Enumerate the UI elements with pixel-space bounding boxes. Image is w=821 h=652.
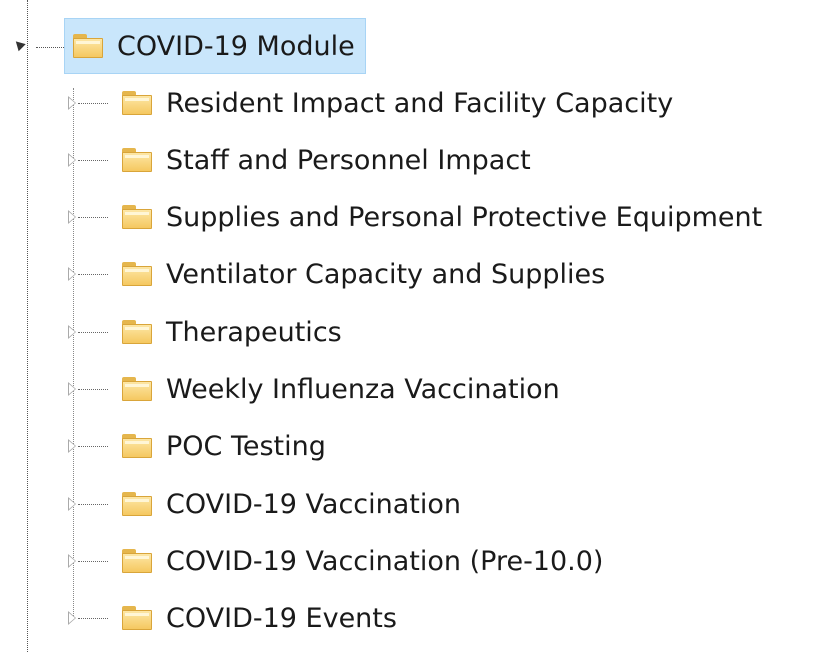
collapse-arrow-icon[interactable]	[12, 36, 36, 56]
connector-dots	[78, 445, 108, 447]
folder-icon	[122, 434, 152, 458]
tree-node-label: POC Testing	[166, 430, 326, 462]
selected-node-highlight[interactable]: COVID-19 Module	[64, 18, 366, 74]
connector-dots	[78, 331, 108, 333]
expand-arrow-icon[interactable]	[68, 325, 78, 339]
tree-node-covid-vaccination[interactable]: COVID-19 Vaccination	[68, 482, 461, 526]
tree-node-covid-19-module[interactable]: COVID-19 Module	[12, 18, 366, 74]
tree-node-covid-vaccination-pre-10[interactable]: COVID-19 Vaccination (Pre-10.0)	[68, 539, 603, 583]
tree-node-supplies-ppe[interactable]: Supplies and Personal Protective Equipme…	[68, 195, 762, 239]
folder-icon	[122, 148, 152, 172]
folder-icon	[122, 91, 152, 115]
tree-node-poc-testing[interactable]: POC Testing	[68, 424, 326, 468]
tree-node-label: Resident Impact and Facility Capacity	[166, 87, 674, 119]
folder-icon	[122, 606, 152, 630]
tree-trunk-line	[27, 0, 28, 652]
expand-arrow-icon[interactable]	[68, 210, 78, 224]
expand-arrow-icon[interactable]	[68, 382, 78, 396]
folder-icon	[122, 205, 152, 229]
tree-view: COVID-19 Module Resident Impact and Faci…	[0, 0, 821, 652]
tree-node-label: Therapeutics	[166, 316, 342, 348]
tree-node-ventilator-capacity[interactable]: Ventilator Capacity and Supplies	[68, 252, 605, 296]
expand-arrow-icon[interactable]	[68, 267, 78, 281]
folder-open-icon	[73, 34, 103, 58]
folder-icon	[122, 492, 152, 516]
connector-dots	[78, 503, 108, 505]
expand-arrow-icon[interactable]	[68, 96, 78, 110]
connector-dots	[78, 273, 108, 275]
connector-dots	[78, 102, 108, 104]
expand-arrow-icon[interactable]	[68, 554, 78, 568]
expand-arrow-icon[interactable]	[68, 497, 78, 511]
folder-icon	[122, 549, 152, 573]
connector-dots	[36, 46, 64, 48]
connector-dots	[78, 159, 108, 161]
folder-icon	[122, 262, 152, 286]
tree-node-label: COVID-19 Module	[117, 30, 355, 62]
tree-node-label: Weekly Influenza Vaccination	[166, 373, 560, 405]
expand-arrow-icon[interactable]	[68, 153, 78, 167]
expand-arrow-icon[interactable]	[68, 439, 78, 453]
tree-node-therapeutics[interactable]: Therapeutics	[68, 310, 342, 354]
folder-icon	[122, 320, 152, 344]
connector-dots	[78, 216, 108, 218]
expand-arrow-icon[interactable]	[68, 611, 78, 625]
tree-node-label: Ventilator Capacity and Supplies	[166, 258, 606, 290]
tree-node-label: COVID-19 Events	[166, 602, 397, 634]
tree-node-label: COVID-19 Vaccination (Pre-10.0)	[166, 545, 604, 577]
connector-dots	[78, 388, 108, 390]
connector-dots	[78, 617, 108, 619]
tree-node-label: Staff and Personnel Impact	[166, 144, 531, 176]
tree-node-resident-impact[interactable]: Resident Impact and Facility Capacity	[68, 81, 673, 125]
tree-node-staff-personnel[interactable]: Staff and Personnel Impact	[68, 138, 531, 182]
folder-icon	[122, 377, 152, 401]
tree-node-label: Supplies and Personal Protective Equipme…	[166, 201, 763, 233]
connector-dots	[78, 560, 108, 562]
tree-node-label: COVID-19 Vaccination	[166, 488, 462, 520]
tree-node-weekly-influenza[interactable]: Weekly Influenza Vaccination	[68, 367, 560, 411]
tree-node-covid-events[interactable]: COVID-19 Events	[68, 596, 397, 640]
